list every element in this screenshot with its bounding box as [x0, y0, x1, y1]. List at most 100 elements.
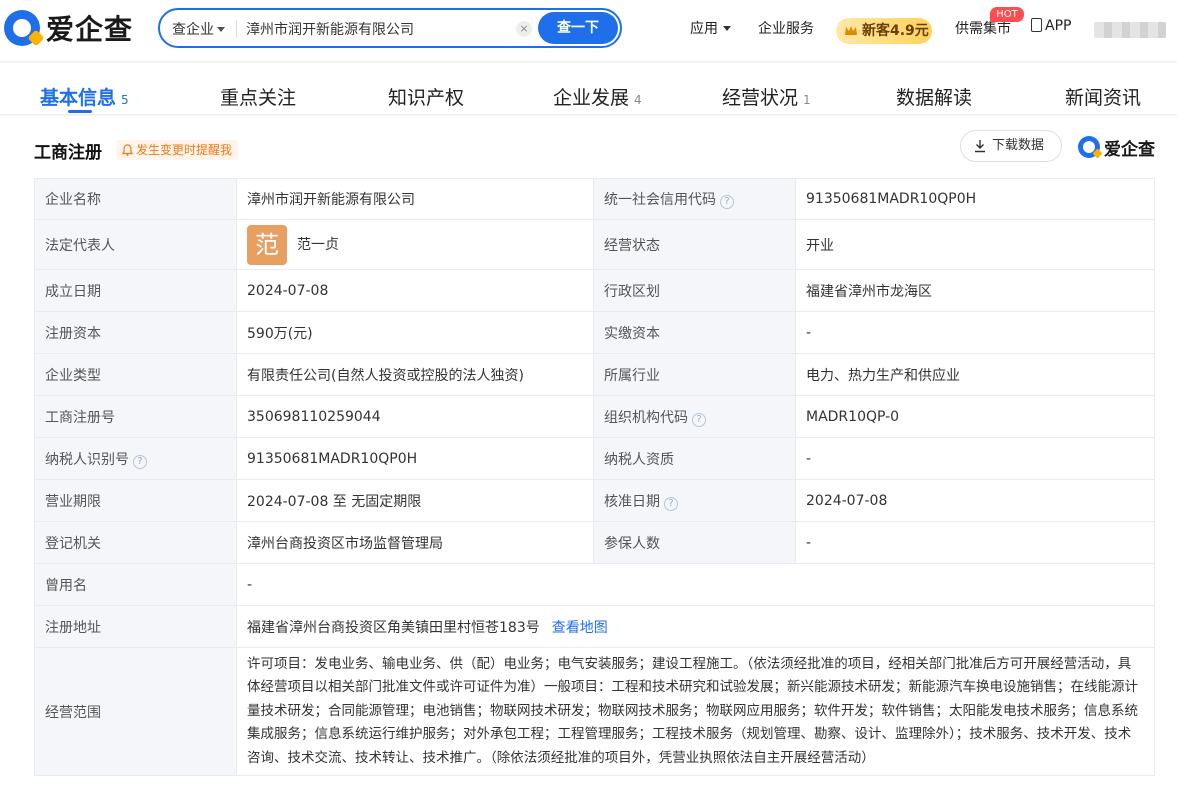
- tab-count: 5: [121, 93, 129, 107]
- help-icon[interactable]: ?: [664, 496, 678, 511]
- scope-text: 许可项目：发电业务、输电业务、供（配）电业务；电气安装服务；建设工程施工。（依法…: [247, 655, 1138, 766]
- label-reg-no: 工商注册号: [34, 395, 237, 438]
- tab-label: 重点关注: [220, 87, 297, 109]
- brand-text: 爱企查: [1104, 139, 1155, 160]
- value-capital: 590万(元): [236, 311, 594, 354]
- search-divider: [236, 20, 237, 38]
- tab-operations[interactable]: 经营状况 1: [722, 83, 811, 110]
- nav-apps[interactable]: 应用: [690, 18, 731, 44]
- label-org-code: 组织机构代码?: [593, 395, 796, 438]
- label-capital: 注册资本: [34, 311, 237, 354]
- value-region: 福建省漳州市龙海区: [795, 269, 1155, 312]
- nav-enterprise-service[interactable]: 企业服务: [758, 18, 814, 44]
- brand-watermark: 爱企查: [1078, 134, 1155, 160]
- label-status: 经营状态: [593, 219, 796, 270]
- label-text: 统一社会信用代码: [604, 192, 716, 208]
- table-row: 曾用名 -: [34, 563, 1155, 606]
- download-data-button[interactable]: 下载数据: [960, 130, 1062, 162]
- tab-count: 4: [634, 93, 642, 107]
- phone-icon: [1031, 18, 1042, 32]
- tab-label: 企业发展: [553, 87, 630, 109]
- value-founded: 2024-07-08: [236, 269, 594, 312]
- label-approval: 核准日期?: [593, 479, 796, 522]
- tab-development[interactable]: 企业发展 4: [553, 83, 642, 110]
- label-insured: 参保人数: [593, 521, 796, 564]
- value-authority: 漳州台商投资区市场监督管理局: [236, 521, 594, 564]
- help-icon[interactable]: ?: [692, 412, 706, 427]
- table-row: 法定代表人 范范一贞 经营状态 开业: [34, 219, 1155, 270]
- value-company-name: 漳州市润开新能源有限公司: [236, 178, 594, 220]
- tab-basic-info[interactable]: 基本信息 5: [40, 83, 129, 110]
- help-icon[interactable]: ?: [720, 195, 734, 209]
- active-tab-underline: [68, 110, 92, 113]
- logo-text: 爱企查: [46, 13, 134, 46]
- label-text: 纳税人识别号: [45, 451, 129, 468]
- tab-ip[interactable]: 知识产权: [388, 83, 464, 110]
- tab-label: 知识产权: [388, 87, 465, 109]
- value-status: 开业: [795, 219, 1155, 270]
- label-paid-capital: 实缴资本: [593, 311, 796, 354]
- label-industry: 所属行业: [593, 353, 796, 396]
- registration-section: 工商注册 发生变更时提醒我 下载数据 爱企查 企业名称 漳州市润开新能源有限公司…: [0, 116, 1177, 786]
- value-paid-capital: -: [795, 311, 1155, 354]
- value-insured: -: [795, 521, 1155, 564]
- search-box: 查企业 × 查一下: [158, 8, 622, 48]
- label-legal-rep: 法定代表人: [34, 219, 237, 270]
- value-legal-rep: 范范一贞: [236, 219, 594, 270]
- table-row: 营业期限 2024-07-08 至 无固定期限 核准日期? 2024-07-08: [34, 479, 1155, 522]
- view-map-link[interactable]: 查看地图: [552, 620, 608, 636]
- label-text: 组织机构代码: [604, 409, 688, 426]
- help-icon[interactable]: ?: [133, 454, 147, 469]
- label-term: 营业期限: [34, 479, 237, 522]
- table-row: 企业名称 漳州市润开新能源有限公司 统一社会信用代码? 91350681MADR…: [34, 178, 1155, 220]
- change-reminder-button[interactable]: 发生变更时提醒我: [116, 140, 239, 160]
- value-org-code: MADR10QP-0: [795, 395, 1155, 438]
- promo-label: 新客4.9元: [862, 23, 929, 39]
- address-text: 福建省漳州台商投资区角美镇田里村恒苍183号: [247, 619, 540, 636]
- search-scope-dropdown[interactable]: 查企业: [172, 19, 225, 39]
- registration-table: 企业名称 漳州市润开新能源有限公司 统一社会信用代码? 91350681MADR…: [34, 178, 1155, 776]
- value-industry: 电力、热力生产和供应业: [795, 353, 1155, 396]
- promo-badge[interactable]: 新客4.9元: [836, 18, 932, 44]
- value-reg-no: 350698110259044: [236, 395, 594, 438]
- tab-count: 1: [803, 93, 811, 107]
- site-logo[interactable]: 爱企查: [4, 8, 133, 48]
- table-row: 登记机关 漳州台商投资区市场监督管理局 参保人数 -: [34, 521, 1155, 564]
- label-text: 核准日期: [604, 493, 660, 510]
- tab-key-focus[interactable]: 重点关注: [220, 83, 296, 110]
- label-address: 注册地址: [34, 605, 237, 648]
- search-input[interactable]: [246, 16, 508, 42]
- legal-rep-avatar: 范: [247, 224, 287, 265]
- value-taxpayer: -: [795, 437, 1155, 480]
- section-title: 工商注册: [34, 143, 102, 163]
- value-term: 2024-07-08 至 无固定期限: [236, 479, 594, 522]
- tab-data-insight[interactable]: 数据解读: [896, 83, 972, 110]
- bell-icon: [122, 144, 133, 156]
- value-approval: 2024-07-08: [795, 479, 1155, 522]
- tab-bar: 基本信息 5 重点关注 知识产权 企业发展 4 经营状况 1 数据解读 新闻资讯: [0, 63, 1177, 115]
- value-address: 福建省漳州台商投资区角美镇田里村恒苍183号 查看地图: [236, 605, 1155, 648]
- table-row: 注册地址 福建省漳州台商投资区角美镇田里村恒苍183号 查看地图: [34, 605, 1155, 648]
- logo-q-icon: [4, 10, 45, 47]
- caret-down-icon: [723, 26, 731, 31]
- nav-apps-label: 应用: [690, 21, 718, 37]
- top-header: 爱企查 查企业 × 查一下 应用 企业服务 新客4.9元 供需集市 HOT AP…: [0, 0, 1177, 62]
- clear-icon[interactable]: ×: [516, 21, 532, 37]
- tab-news[interactable]: 新闻资讯: [1065, 83, 1141, 110]
- table-row: 经营范围 许可项目：发电业务、输电业务、供（配）电业务；电气安装服务；建设工程施…: [34, 647, 1155, 776]
- label-region: 行政区划: [593, 269, 796, 312]
- label-founded: 成立日期: [34, 269, 237, 312]
- label-tax-id: 纳税人识别号?: [34, 437, 237, 480]
- nav-app[interactable]: APP: [1031, 18, 1071, 44]
- logo-q-icon: [1078, 136, 1103, 159]
- legal-rep-name[interactable]: 范一贞: [297, 237, 339, 253]
- user-account[interactable]: [1094, 22, 1166, 38]
- tab-label: 经营状况: [722, 87, 799, 109]
- label-credit-code: 统一社会信用代码?: [593, 178, 796, 220]
- value-scope: 许可项目：发电业务、输电业务、供（配）电业务；电气安装服务；建设工程施工。（依法…: [236, 647, 1155, 776]
- value-tax-id: 91350681MADR10QP0H: [236, 437, 594, 480]
- tab-label: 数据解读: [896, 87, 973, 109]
- search-button[interactable]: 查一下: [538, 12, 618, 44]
- value-company-type: 有限责任公司(自然人投资或控股的法人独资): [236, 353, 594, 396]
- table-row: 工商注册号 350698110259044 组织机构代码? MADR10QP-0: [34, 395, 1155, 438]
